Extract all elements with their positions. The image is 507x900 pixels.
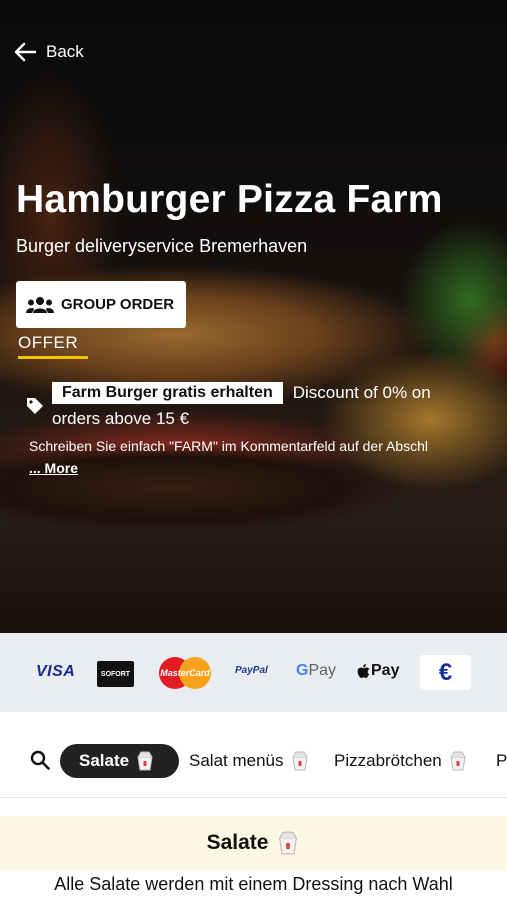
category-tab-next[interactable]: P [496,744,507,778]
search-icon[interactable] [30,750,50,775]
offer-description: Schreiben Sie einfach "FARM" im Kommenta… [29,438,429,454]
offer-condition: orders above 15 € [52,409,190,428]
section-title: Salate [206,831,269,854]
restaurant-name: Hamburger Pizza Farm [16,178,443,221]
restaurant-hero: Back Hamburger Pizza Farm Burger deliver… [0,0,507,633]
cash-euro-icon: € [420,655,471,690]
category-label: Salate [79,751,130,770]
category-tab-salate[interactable]: Salate [60,744,179,778]
paypal-icon: PayPal [235,665,268,676]
back-label: Back [46,42,84,61]
section-description: Alle Salate werden mit einem Dressing na… [54,874,453,894]
tab-offer[interactable]: OFFER [18,333,88,359]
takeout-box-icon [135,751,155,771]
google-pay-icon: G Pay [296,662,337,679]
more-link[interactable]: ... More [29,460,78,476]
offer-badge: Farm Burger gratis erhalten [52,382,283,404]
category-bar: Salate Salat menüs Pizzabrötchen P [0,712,507,798]
group-order-label: GROUP ORDER [61,296,175,313]
category-label: Salat menüs [189,751,284,770]
category-label: P [496,751,507,770]
back-button[interactable]: Back [14,42,84,62]
section-header: Salate [0,816,507,870]
restaurant-subtitle: Burger deliveryservice Bremerhaven [16,236,308,256]
mastercard-icon: MasterCard [159,657,211,689]
takeout-box-icon [290,751,310,771]
category-label: Pizzabrötchen [334,751,442,770]
category-tab-salat-menus[interactable]: Salat menüs [189,744,310,778]
offer-discount: Discount of 0% on [292,383,431,402]
group-icon [26,296,54,314]
offer-headline: Farm Burger gratis erhalten Discount of … [52,382,431,404]
arrow-left-icon [14,42,36,62]
visa-icon: VISA [36,663,76,680]
payment-methods: VISA SOFORT MasterCard PayPal G Pay Pay € [0,633,507,712]
takeout-box-icon [276,831,300,855]
category-tab-pizzabroetchen[interactable]: Pizzabrötchen [334,744,468,778]
apple-pay-icon: Pay [357,662,399,680]
tag-icon [26,397,44,420]
group-order-button[interactable]: GROUP ORDER [16,281,186,328]
sofort-icon: SOFORT [97,661,134,687]
takeout-box-icon [448,751,468,771]
